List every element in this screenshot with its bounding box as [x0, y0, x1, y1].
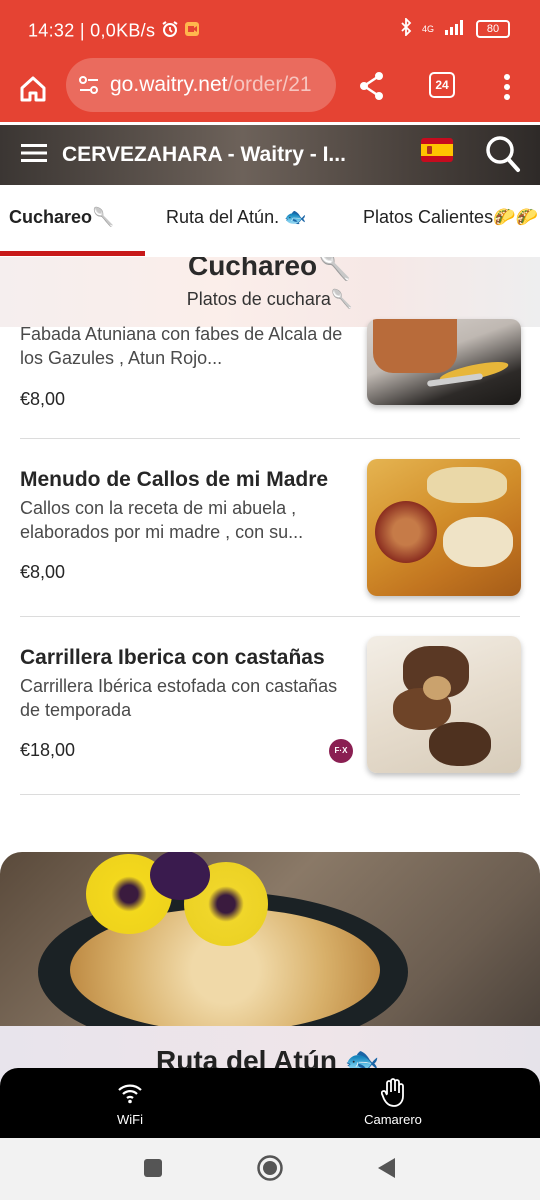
wifi-icon [117, 1082, 143, 1109]
tripe-shape [427, 467, 507, 503]
active-tab-indicator [0, 251, 145, 256]
item-price: €18,00 [20, 740, 76, 760]
signal-icon [444, 19, 466, 38]
bluetooth-icon [400, 16, 412, 39]
share-icon[interactable] [357, 70, 387, 107]
hand-icon [380, 1078, 405, 1113]
system-navigation-bar [0, 1138, 540, 1200]
url-domain: go.waitry.net [110, 73, 228, 96]
status-bar: 14:32 | 0,0KB/s 4G 80 [0, 0, 540, 60]
wifi-label: WiFi [117, 1112, 143, 1127]
menu-item-callos[interactable]: Menudo de Callos de mi Madre Callos con … [0, 439, 540, 617]
status-separator: | [79, 20, 91, 41]
url-text: go.waitry.net/order/21 [110, 73, 312, 97]
bottom-action-bar: WiFi Camarero [0, 1068, 540, 1138]
item-price: €8,00 [20, 562, 66, 582]
item-description: Carrillera Ibérica estofada con castañas… [20, 676, 338, 720]
item-image[interactable] [367, 319, 521, 405]
tab-platos-calientes[interactable]: Platos Calientes🌮🌮 [363, 207, 538, 228]
chorizo-shape [375, 501, 437, 563]
item-name: Carrillera Iberica con castañas [20, 646, 325, 669]
browser-toolbar: go.waitry.net/order/21 24 [0, 58, 540, 122]
url-bar[interactable]: go.waitry.net/order/21 [66, 58, 336, 112]
tab-switcher-button[interactable]: 24 [429, 72, 455, 98]
tab-cuchareo[interactable]: Cuchareo🥄 [9, 207, 114, 228]
more-menu-icon[interactable] [501, 72, 513, 107]
status-time-speed: 14:32 | 0,0KB/s [28, 20, 200, 43]
divider [20, 794, 520, 795]
back-nav-icon[interactable] [375, 1156, 397, 1185]
chestnut-shape [423, 676, 451, 700]
home-icon[interactable] [18, 74, 48, 109]
alarm-icon [161, 20, 179, 43]
network-type: 4G [421, 23, 434, 34]
video-record-icon [184, 21, 200, 42]
allergen-icon: F·X [329, 739, 353, 763]
status-right: 4G 80 [400, 16, 510, 39]
item-price: €8,00 [20, 389, 66, 409]
recent-apps-icon[interactable] [143, 1158, 163, 1183]
hamburger-menu-icon[interactable] [21, 143, 47, 168]
section-subtitle: Platos de cuchara🥄 [186, 289, 354, 309]
url-path: /order/21 [227, 73, 312, 96]
item-name: Menudo de Callos de mi Madre [20, 468, 329, 491]
battery-icon: 80 [476, 19, 510, 38]
item-image[interactable] [367, 459, 521, 596]
wifi-button[interactable]: WiFi [70, 1078, 190, 1134]
status-time: 14:32 [28, 20, 75, 41]
site-settings-icon[interactable] [78, 74, 100, 101]
waiter-label: Camarero [364, 1112, 422, 1127]
tab-ruta-del-atun[interactable]: Ruta del Atún. 🐟 [166, 207, 307, 228]
category-tabs: Cuchareo🥄 Ruta del Atún. 🐟 Platos Calien… [0, 185, 540, 258]
tripe-shape [443, 517, 513, 567]
home-nav-icon[interactable] [256, 1154, 284, 1187]
item-image[interactable] [367, 636, 521, 773]
spain-flag-icon[interactable] [421, 138, 453, 162]
menu-item-fabada[interactable]: Fabada Atuniana con fabes de Alcala de l… [0, 319, 540, 439]
clay-bowl-shape [373, 319, 457, 373]
meat-shape [429, 722, 491, 766]
status-speed: 0,0KB/s [90, 20, 156, 41]
search-icon[interactable] [485, 135, 521, 178]
site-header: CERVEZAHARA - Waitry - I... [0, 125, 540, 185]
page-title: CERVEZAHARA - Waitry - I... [62, 143, 346, 166]
waiter-button[interactable]: Camarero [333, 1078, 453, 1134]
menu-item-carrillera[interactable]: Carrillera Iberica con castañas Carrille… [0, 617, 540, 795]
pansy-petal-shape [150, 852, 210, 900]
section-title: Cuchareo🥄 [187, 257, 352, 281]
item-description: Callos con la receta de mi abuela , elab… [20, 498, 304, 542]
section-header: Cuchareo🥄 Platos de cuchara🥄 [0, 257, 540, 327]
item-description: Fabada Atuniana con fabes de Alcala de l… [20, 324, 343, 368]
